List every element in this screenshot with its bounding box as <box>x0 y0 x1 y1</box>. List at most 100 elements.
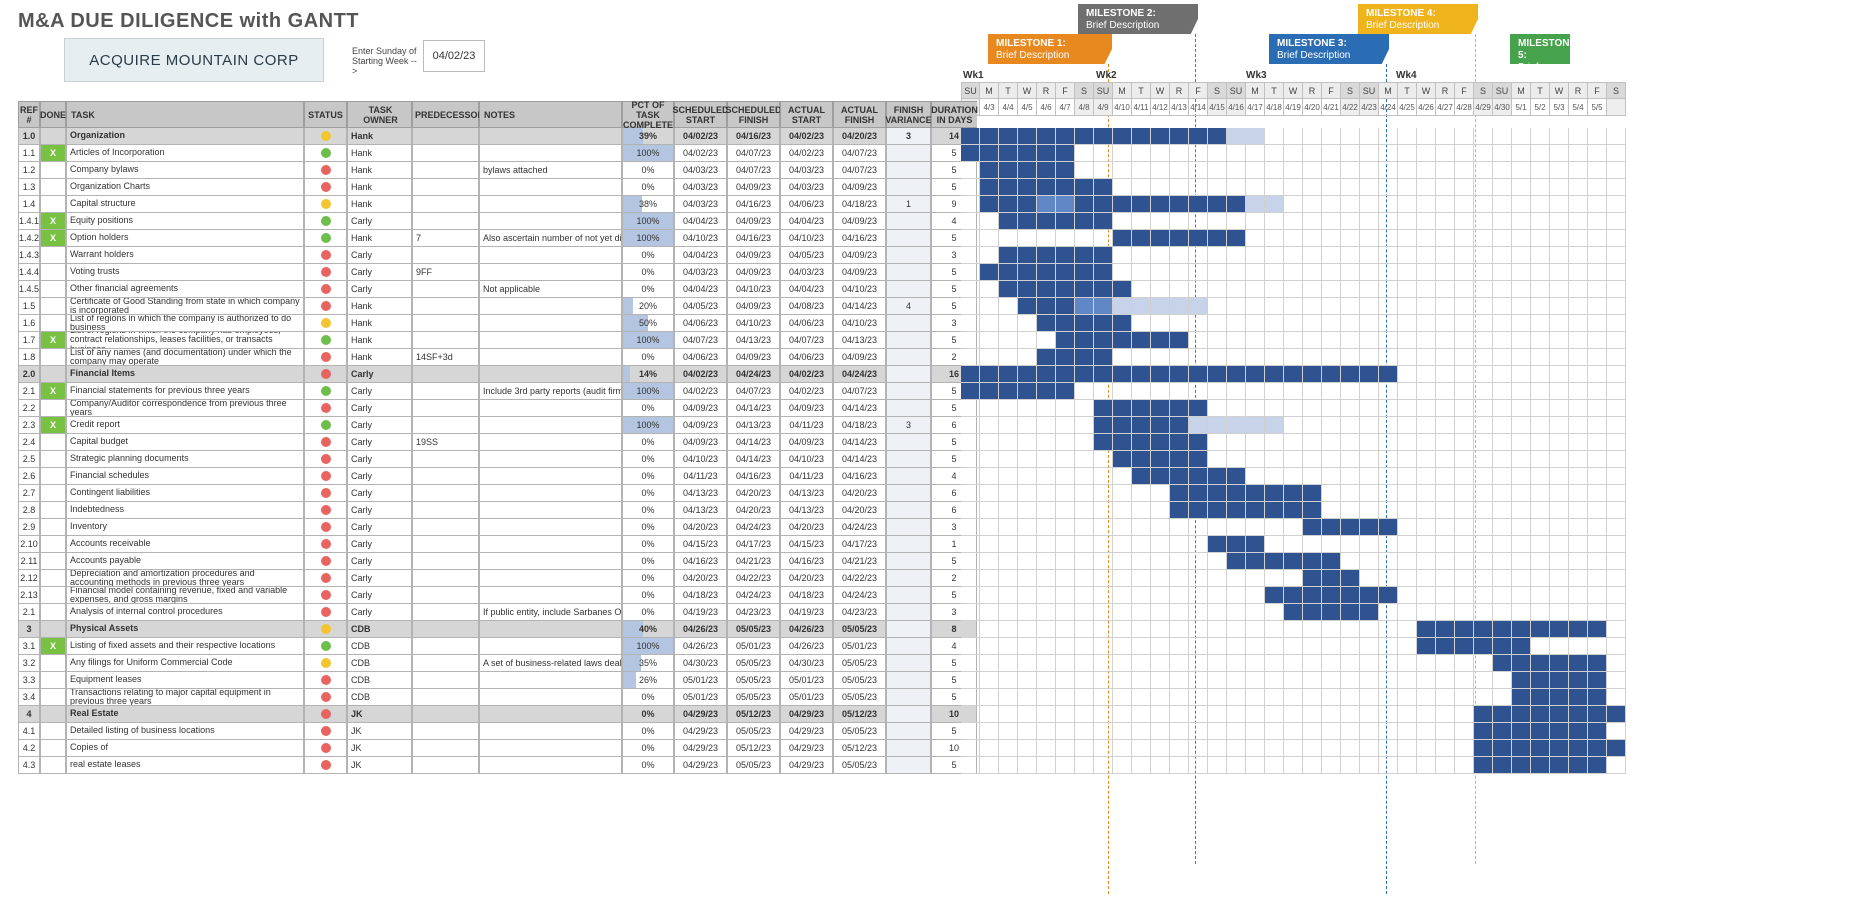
column-header[interactable]: PREDECESSORS <box>412 101 479 128</box>
gantt-cell <box>999 383 1018 400</box>
gantt-cell <box>1284 383 1303 400</box>
cell: Accounts receivable <box>66 536 304 553</box>
gantt-cell <box>1189 604 1208 621</box>
milestone-flag-2: MILESTONE 2:Brief Description <box>1078 4 1198 34</box>
gantt-cell <box>1170 349 1189 366</box>
gantt-row <box>961 162 1626 179</box>
status-dot-icon <box>321 301 331 311</box>
cell <box>886 366 931 383</box>
gantt-cell <box>980 740 999 757</box>
gantt-cell <box>1018 264 1037 281</box>
gantt-cell <box>1284 213 1303 230</box>
gantt-cell <box>1588 604 1607 621</box>
gantt-cell <box>1132 434 1151 451</box>
gantt-cell <box>1227 383 1246 400</box>
gantt-cell <box>1075 349 1094 366</box>
gantt-cell <box>1550 723 1569 740</box>
gantt-cell <box>1322 451 1341 468</box>
gantt-cell <box>1170 434 1189 451</box>
status-dot-icon <box>321 624 331 634</box>
cell: 04/03/23 <box>674 162 727 179</box>
column-header[interactable]: ACTUAL FINISH <box>833 101 886 128</box>
column-header[interactable]: SCHEDULED START <box>674 101 727 128</box>
cell: 04/20/23 <box>833 128 886 145</box>
gantt-cell <box>1056 485 1075 502</box>
column-header[interactable]: NOTES <box>479 101 622 128</box>
gantt-cell <box>1474 434 1493 451</box>
column-header[interactable]: SCHEDULED FINISH <box>727 101 780 128</box>
gantt-cell <box>1569 604 1588 621</box>
column-header[interactable]: PCT OF TASK COMPLETE <box>622 101 674 128</box>
column-header[interactable]: ACTUAL START <box>780 101 833 128</box>
gantt-cell <box>1189 519 1208 536</box>
start-date-input[interactable]: 04/02/23 <box>423 40 485 72</box>
cell: Indebtedness <box>66 502 304 519</box>
cell: 04/09/23 <box>727 247 780 264</box>
gantt-cell <box>1569 434 1588 451</box>
column-header[interactable]: STATUS <box>304 101 347 128</box>
gantt-cell <box>1569 179 1588 196</box>
gantt-cell <box>1398 587 1417 604</box>
cell: JK <box>347 723 412 740</box>
column-header[interactable]: DONE <box>40 101 66 128</box>
gantt-cell <box>1493 349 1512 366</box>
gantt-cell <box>1588 196 1607 213</box>
status-cell <box>304 536 347 553</box>
gantt-cell <box>1531 128 1550 145</box>
cell <box>886 672 931 689</box>
cell: 04/14/23 <box>833 298 886 315</box>
gantt-cell <box>1512 553 1531 570</box>
pct-cell: 0% <box>622 587 674 604</box>
gantt-cell <box>1208 468 1227 485</box>
gantt-cell <box>1265 740 1284 757</box>
gantt-cell <box>1208 383 1227 400</box>
gantt-cell <box>1550 162 1569 179</box>
cell: 04/14/23 <box>833 451 886 468</box>
cell: 04/16/23 <box>727 196 780 213</box>
gantt-cell <box>1436 621 1455 638</box>
gantt-cell <box>1455 230 1474 247</box>
gantt-cell <box>1189 247 1208 264</box>
column-header[interactable]: FINISH VARIANCE <box>886 101 931 128</box>
gantt-cell <box>1208 519 1227 536</box>
cell: 04/16/23 <box>833 468 886 485</box>
project-name-box[interactable]: ACQUIRE MOUNTAIN CORP <box>64 38 324 82</box>
column-header[interactable]: TASK <box>66 101 304 128</box>
gantt-cell <box>1474 757 1493 774</box>
gantt-cell <box>1474 417 1493 434</box>
column-header[interactable]: REF # <box>18 101 40 128</box>
gantt-cell <box>1322 230 1341 247</box>
gantt-cell <box>1246 230 1265 247</box>
gantt-cell <box>1075 434 1094 451</box>
gantt-cell <box>1113 621 1132 638</box>
gantt-cell <box>1474 332 1493 349</box>
gantt-cell <box>1531 723 1550 740</box>
gantt-cell <box>961 740 980 757</box>
gantt-cell <box>1018 145 1037 162</box>
cell: Carly <box>347 383 412 400</box>
cell: 05/12/23 <box>833 706 886 723</box>
gantt-cell <box>1037 264 1056 281</box>
gantt-cell <box>1607 672 1626 689</box>
column-header[interactable]: TASK OWNER <box>347 101 412 128</box>
gantt-cell <box>1075 213 1094 230</box>
gantt-cell <box>1303 706 1322 723</box>
gantt-cell <box>1607 128 1626 145</box>
gantt-cell <box>980 587 999 604</box>
gantt-cell <box>1493 366 1512 383</box>
gantt-cell <box>1436 502 1455 519</box>
gantt-cell <box>1531 332 1550 349</box>
gantt-cell <box>1265 264 1284 281</box>
gantt-cell <box>1531 604 1550 621</box>
gantt-cell <box>1607 502 1626 519</box>
cell: Carly <box>347 468 412 485</box>
day-header: T <box>1132 82 1151 99</box>
gantt-cell <box>961 672 980 689</box>
gantt-cell <box>1493 757 1512 774</box>
gantt-cell <box>1265 417 1284 434</box>
gantt-cell <box>1132 655 1151 672</box>
gantt-cell <box>999 689 1018 706</box>
column-header[interactable]: DURATION IN DAYS <box>931 101 977 128</box>
gantt-cell <box>1094 740 1113 757</box>
gantt-cell <box>1569 332 1588 349</box>
